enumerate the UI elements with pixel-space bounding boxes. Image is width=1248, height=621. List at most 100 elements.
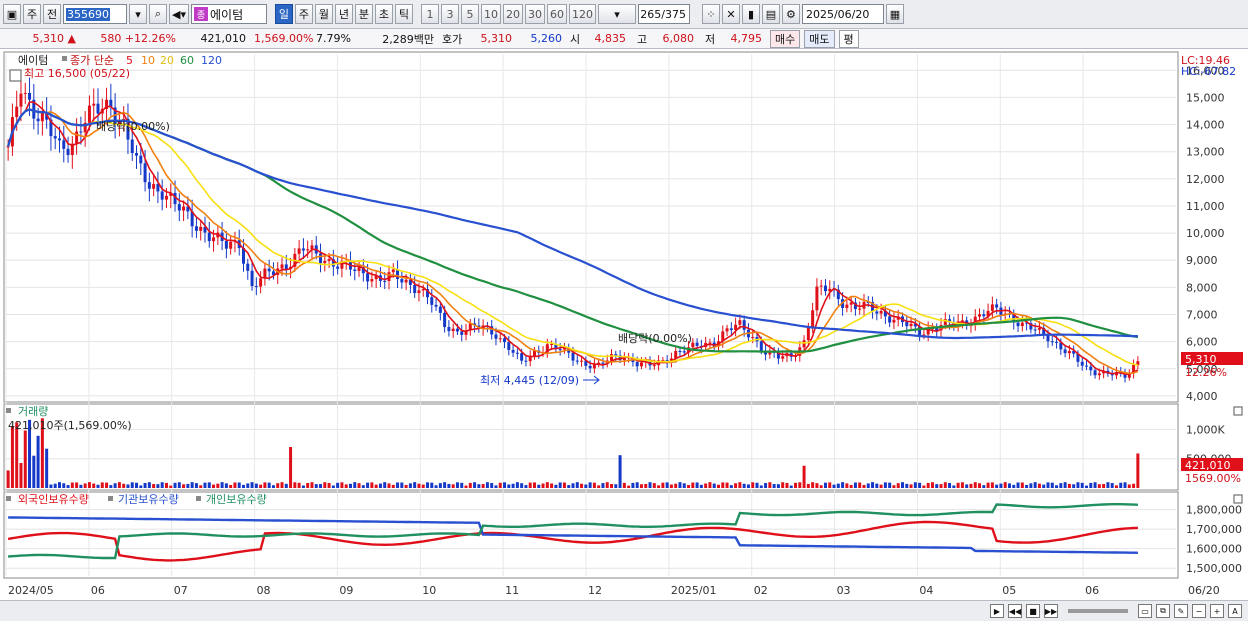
window-icon[interactable]: ▣ [3,4,21,24]
volume-bar [443,482,447,488]
interval-1-button[interactable]: 1 [420,4,439,24]
custom-interval-select[interactable]: ▾ [597,4,636,24]
grid-icon[interactable]: ⁘ [701,4,720,24]
draw-icon[interactable]: ✎ [1174,604,1188,618]
period-tick-button[interactable]: 틱 [394,4,413,24]
interval-30-button[interactable]: 30 [524,4,545,24]
auto-icon[interactable]: A [1228,604,1242,618]
holdings-close-icon[interactable] [1233,494,1243,504]
volume-current-label: 421,010주(1,569.00%) [8,419,132,432]
x-tick-label: 11 [505,584,519,597]
volume-bar [1033,482,1037,488]
stock-code-input[interactable]: 355690 [63,4,127,24]
period-year-button[interactable]: 년 [334,4,353,24]
layout-icon[interactable]: ▭ [1138,604,1152,618]
volume-bar [426,482,430,488]
chart-icon[interactable]: ▮ [741,4,760,24]
chart-area[interactable]: 16,000 15,000 14,000 13,000 12,000 11,000 10,0… [0,50,1248,602]
candle-body [982,314,986,317]
candle-body [995,304,999,308]
volume-bar [1025,484,1029,488]
volume-bar [973,482,977,488]
zoom-slider[interactable] [1068,609,1128,613]
volume-bar [528,482,532,488]
interval-10-button[interactable]: 10 [480,4,501,24]
x-tick-label: 07 [174,584,188,597]
interval-20-button[interactable]: 20 [502,4,523,24]
volume-bar [139,485,143,488]
volume-bar [147,482,151,488]
candle-body [434,304,438,307]
scroll-right-icon[interactable]: ▶ [990,604,1004,618]
stop-icon[interactable]: ■ [1026,604,1040,618]
volume-bar [498,482,502,488]
crosshair-icon[interactable]: ✕ [721,4,740,24]
volume-bar [23,430,27,488]
volume-bar [943,482,947,488]
interval-5-button[interactable]: 5 [460,4,479,24]
period-second-button[interactable]: 초 [374,4,393,24]
period-minute-button[interactable]: 분 [354,4,373,24]
calendar-icon[interactable]: ▦ [885,4,904,24]
save-icon[interactable]: ▤ [761,4,780,24]
rewind-icon[interactable]: ◀◀ [1008,604,1022,618]
volume-bar [691,482,695,488]
candle-body [678,351,682,353]
stock-name-box[interactable]: 종 에이텀 [190,4,267,24]
candle-body [729,328,733,330]
volume-bar [323,482,327,488]
trading-amount: 2,289백만 [382,32,434,46]
chart-svg[interactable]: 16,00015,00014,00013,00012,00011,00010,0… [0,50,1248,602]
interval-120-button[interactable]: 120 [568,4,596,24]
volume-bar [999,483,1003,488]
period-select[interactable]: 주 [23,4,41,24]
period-week-button[interactable]: 주 [294,4,313,24]
candle-body [327,259,331,261]
forward-icon[interactable]: ▶▶ [1044,604,1058,618]
gear-icon[interactable]: ⚙ [781,4,800,24]
candle-body [806,327,810,341]
volume-bar [935,484,939,488]
candle-body [823,285,827,292]
current-price: 5,310 ▲ [32,32,76,45]
volume-bar [1020,482,1024,488]
interval-3-button[interactable]: 3 [440,4,459,24]
candle-body [1093,370,1097,376]
table-icon[interactable] [9,69,22,82]
buy-button[interactable]: 매수 [770,29,801,48]
volume-bar [567,485,571,488]
volume-bar [537,484,541,488]
volume-bar [661,482,665,488]
period-day-button[interactable]: 일 [274,4,293,24]
volume-bar [601,483,605,488]
volume-bar [319,484,323,488]
candle-body [455,328,459,332]
candle-body [1085,365,1089,367]
period-month-button[interactable]: 월 [314,4,333,24]
zoom-out-icon[interactable]: − [1192,604,1206,618]
dropdown-arrow-icon[interactable]: ▾ [129,4,147,24]
volume-close-icon[interactable] [1233,406,1243,416]
volume-bar [926,482,930,488]
compare-icon[interactable]: ⧉ [1156,604,1170,618]
volume-bar [105,482,109,488]
search-icon[interactable]: ⌕ [149,4,167,24]
price-tick-label: 13,000 [1186,146,1225,159]
date-input[interactable]: 2025/06/20 [801,4,884,24]
volume-bar [1063,482,1067,488]
sell-button[interactable]: 매도 [804,29,835,48]
volume-bar [169,485,173,488]
candle-body [396,269,400,280]
candle-body [515,352,519,354]
prev-button[interactable]: 전 [43,4,61,24]
volume-bar [575,482,579,488]
candle-body [507,342,511,350]
average-button[interactable]: 평 [838,29,859,48]
zoom-in-icon[interactable]: + [1210,604,1224,618]
bar-count-input[interactable]: 265/375 [637,4,690,24]
candle-body [267,268,271,272]
volume-bar [1080,482,1084,488]
interval-60-button[interactable]: 60 [546,4,567,24]
legend-sep-icon-2 [196,496,201,501]
speaker-icon[interactable]: ◀▾ [169,4,189,24]
